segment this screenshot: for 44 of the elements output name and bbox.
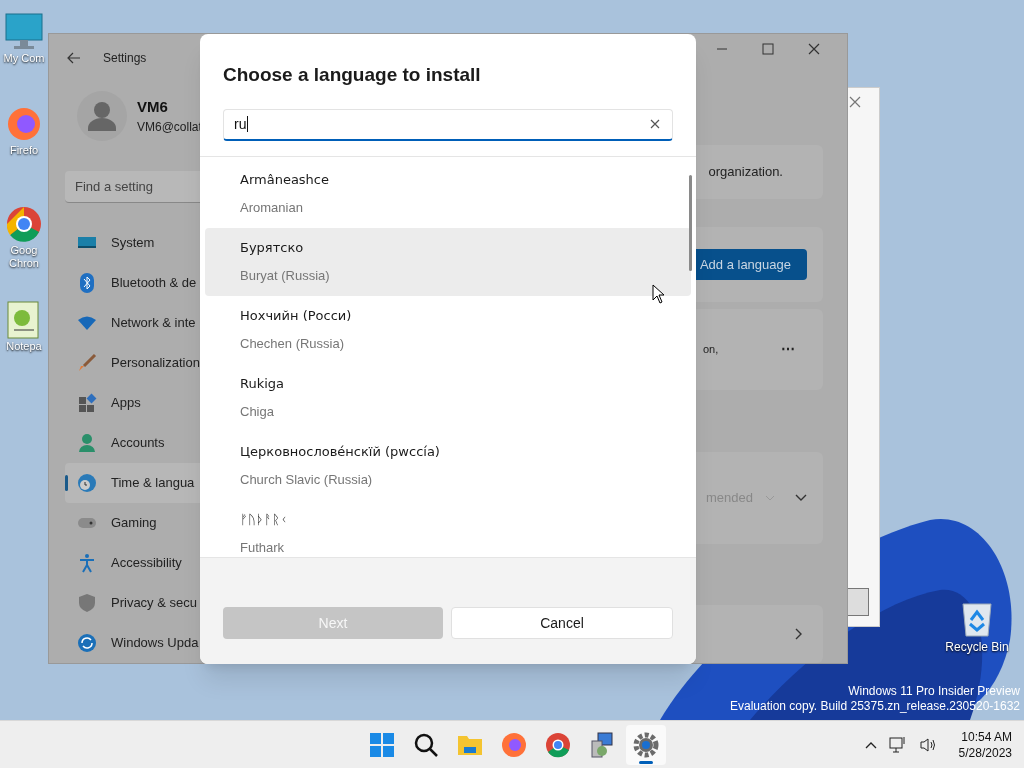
accessibility-icon xyxy=(77,553,97,573)
desktop-icon-label[interactable]: Recycle Bin xyxy=(945,638,1009,656)
selection-indicator xyxy=(65,475,68,491)
firefox-icon xyxy=(500,730,528,759)
back-arrow-icon xyxy=(67,51,81,64)
chevron-down-icon xyxy=(765,494,775,501)
start-icon xyxy=(368,730,396,759)
language-list-item[interactable]: Бурятско Buryat (Russia) xyxy=(205,228,691,296)
more-button[interactable]: ⋯ xyxy=(781,338,795,360)
chevron-right-icon xyxy=(795,627,803,640)
network-icon xyxy=(888,735,907,754)
clock-time: 10:54 AM xyxy=(961,728,1012,745)
window-title: Settings xyxy=(103,49,147,67)
volume-icon xyxy=(918,736,937,753)
installer-icon xyxy=(588,730,616,759)
search-field[interactable]: ru xyxy=(223,108,673,141)
chevron-down-icon xyxy=(795,493,807,502)
clear-icon xyxy=(650,119,660,129)
settings-icon xyxy=(632,730,660,759)
clock[interactable]: 10:54 AM 5/28/2023 xyxy=(958,728,1012,761)
mouse-pointer-icon xyxy=(652,284,666,304)
avatar-icon xyxy=(77,90,127,141)
chrome-icon xyxy=(544,730,572,759)
close-icon xyxy=(808,43,820,55)
apps-icon xyxy=(77,393,97,413)
dialog-title: Choose a language to install xyxy=(223,63,482,87)
privacy-icon xyxy=(77,593,97,613)
monitor-icon xyxy=(2,12,46,52)
time-icon xyxy=(77,473,97,493)
clock-date: 5/28/2023 xyxy=(958,744,1012,761)
maximize-icon xyxy=(762,43,774,55)
cancel-button[interactable]: Cancel xyxy=(451,607,673,639)
user-name: VM6 xyxy=(137,96,169,117)
language-text: on, xyxy=(703,342,719,358)
accounts-icon xyxy=(77,433,97,453)
bluetooth-icon xyxy=(77,273,97,293)
brush-icon xyxy=(77,353,97,373)
close-icon xyxy=(849,96,861,108)
info-text: organization. xyxy=(708,163,783,182)
window-button[interactable] xyxy=(847,588,869,616)
user-email: VM6@collat xyxy=(137,119,202,137)
update-icon xyxy=(77,633,97,653)
chevron-up-icon xyxy=(864,740,877,749)
scrollbar-thumb[interactable] xyxy=(689,175,692,271)
